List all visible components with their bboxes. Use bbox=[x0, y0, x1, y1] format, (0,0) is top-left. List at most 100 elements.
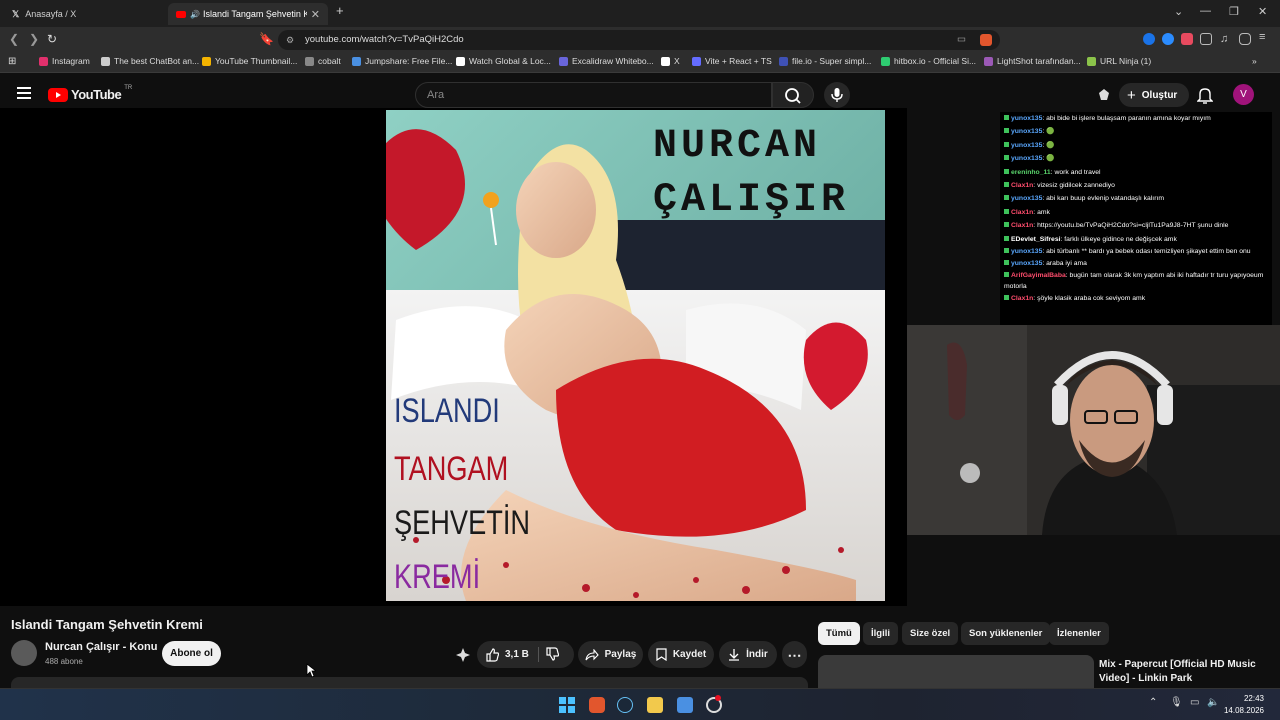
search-input[interactable]: Ara bbox=[415, 82, 772, 108]
volume-icon[interactable]: 🔈 bbox=[1207, 697, 1219, 708]
ask-ai-button[interactable] bbox=[452, 641, 474, 668]
extension-red-icon[interactable] bbox=[1181, 33, 1193, 45]
steam-icon[interactable] bbox=[617, 697, 633, 713]
like-button[interactable]: 3,1 B bbox=[485, 647, 529, 662]
file-explorer-icon[interactable] bbox=[647, 697, 663, 713]
more-actions-button[interactable]: ⋯ bbox=[782, 641, 807, 668]
download-button[interactable]: İndir bbox=[719, 641, 777, 668]
youtube-logo[interactable]: YouTube TR bbox=[48, 85, 133, 102]
voice-search-button[interactable] bbox=[824, 82, 850, 108]
back-button[interactable]: ❮ bbox=[9, 32, 19, 46]
recommended-video-title[interactable]: Mix - Papercut [Official HD Music Video]… bbox=[1099, 658, 1269, 686]
system-clock[interactable]: 22:43 14.08.2026 bbox=[1224, 693, 1264, 717]
clock-date: 14.08.2026 bbox=[1223, 706, 1264, 715]
chip-all[interactable]: Tümü bbox=[818, 622, 860, 645]
brave-shields-icon[interactable] bbox=[980, 34, 992, 46]
bookmark-label: hitbox.io - Official Si... bbox=[894, 56, 977, 66]
vpn-shield-icon[interactable] bbox=[1239, 33, 1251, 45]
new-tab-button[interactable]: + bbox=[336, 3, 344, 18]
tab-x-home[interactable]: 𝕏 Anasayfa / X bbox=[4, 3, 164, 25]
bookmark-instagram[interactable]: Instagram bbox=[39, 56, 90, 66]
chat-message: yunox135: araba iyi ama bbox=[1000, 257, 1272, 270]
bookmark-this-page-icon[interactable]: 🔖 bbox=[259, 32, 274, 46]
browser-tab-bar: 𝕏 Anasayfa / X 🔊 Islandi Tangam Şehvetin… bbox=[0, 0, 1280, 27]
bookmark-jumpshare[interactable]: Jumpshare: Free File... bbox=[352, 56, 452, 66]
cast-icon[interactable]: ▭ bbox=[957, 30, 966, 50]
menu-icon[interactable]: ≡ bbox=[1259, 31, 1271, 43]
bookmark-watch-global[interactable]: Watch Global & Loc... bbox=[456, 56, 551, 66]
x-icon bbox=[661, 56, 670, 66]
extension-blue-icon[interactable] bbox=[1162, 33, 1174, 45]
bookmark-url-ninja[interactable]: URL Ninja (1) bbox=[1087, 56, 1151, 66]
bookmark-fileio[interactable]: file.io - Super simpl... bbox=[779, 56, 871, 66]
close-window-button[interactable]: ✕ bbox=[1258, 5, 1267, 18]
chip-related[interactable]: İlgili bbox=[863, 622, 898, 645]
chat-text: : abi bide bi işlere bulaşsam paranın am… bbox=[1042, 115, 1211, 122]
media-controls-icon[interactable]: ♫ bbox=[1220, 33, 1232, 45]
create-button[interactable]: + Oluştur bbox=[1119, 83, 1189, 107]
bookmark-cobalt[interactable]: cobalt bbox=[305, 56, 341, 66]
windows-start-icon[interactable] bbox=[559, 697, 575, 713]
bookmark-chatbot[interactable]: The best ChatBot an... bbox=[101, 56, 199, 66]
chip-for-you[interactable]: Size özel bbox=[902, 622, 959, 645]
extensions-puzzle-icon[interactable] bbox=[1200, 33, 1212, 45]
thumbnail-word-1: ISLANDI bbox=[394, 392, 500, 430]
notifications-bell-icon[interactable] bbox=[1197, 86, 1213, 104]
thumbs-up-icon bbox=[486, 647, 499, 662]
bookmark-youtube-thumbnail[interactable]: YouTube Thumbnail... bbox=[202, 56, 297, 66]
bookmark-vite[interactable]: Vite + React + TS bbox=[692, 56, 772, 66]
channel-avatar[interactable] bbox=[11, 640, 37, 666]
bookmark-excalidraw[interactable]: Excalidraw Whitebo... bbox=[559, 56, 654, 66]
extension-translate-icon[interactable] bbox=[1143, 33, 1155, 45]
extension-puzzle-icon[interactable] bbox=[1096, 87, 1112, 103]
bookmark-x[interactable]: X bbox=[661, 56, 680, 66]
maximize-button[interactable]: ❐ bbox=[1229, 5, 1239, 18]
forward-button[interactable]: ❯ bbox=[29, 32, 39, 46]
chat-message: Clax1n: vizesiz gidilcek zannediyo bbox=[1000, 179, 1272, 192]
tab-youtube-video[interactable]: 🔊 Islandi Tangam Şehvetin Kremi ✕ bbox=[168, 3, 328, 25]
subscribe-button[interactable]: Abone ol bbox=[162, 641, 221, 666]
region-code: TR bbox=[124, 85, 133, 91]
microphone-tray-icon[interactable]: 🎙 bbox=[1170, 697, 1183, 708]
chat-username: yunox135 bbox=[1011, 195, 1043, 203]
site-settings-icon[interactable]: ⚙ bbox=[286, 30, 294, 50]
share-button[interactable]: Paylaş bbox=[578, 641, 643, 668]
like-count: 3,1 B bbox=[505, 649, 529, 660]
hitbox-icon bbox=[881, 56, 890, 66]
store-icon[interactable] bbox=[677, 697, 693, 713]
dislike-button[interactable] bbox=[545, 647, 559, 661]
youtube-favicon-icon bbox=[176, 10, 186, 18]
account-avatar[interactable]: V bbox=[1233, 84, 1254, 105]
close-tab-icon[interactable]: ✕ bbox=[311, 8, 320, 21]
search-button[interactable] bbox=[772, 82, 814, 108]
reload-button[interactable]: ↻ bbox=[47, 32, 57, 46]
chat-text: : 🟢 bbox=[1042, 128, 1055, 136]
thumbnail-icon bbox=[202, 56, 211, 66]
youtube-wordmark: YouTube bbox=[71, 87, 122, 102]
chat-text: : şöyle klasik araba cok seviyom amk bbox=[1033, 295, 1146, 303]
chat-badge-icon bbox=[1004, 141, 1009, 147]
thumbnail-artist-line1: NURCAN bbox=[653, 124, 822, 169]
apps-grid-icon[interactable]: ⊞ bbox=[8, 56, 16, 67]
sparkle-icon bbox=[456, 647, 470, 662]
stream-chat-overlay: yunox135: abi bide bi işlere bulaşsam pa… bbox=[1000, 112, 1272, 325]
address-bar[interactable]: ⚙ youtube.com/watch?v=TvPaQiH2Cdo ▭ bbox=[278, 30, 1000, 50]
brave-browser-icon[interactable] bbox=[589, 697, 605, 713]
chat-message: ArifGayimalBaba: bugün tam olarak 3k km … bbox=[1000, 270, 1272, 292]
bookmark-hitbox[interactable]: hitbox.io - Official Si... bbox=[881, 56, 976, 66]
chip-watched[interactable]: İzlenenler bbox=[1049, 622, 1109, 645]
minimize-button[interactable]: — bbox=[1200, 5, 1211, 17]
browser-toolbar: ❮ ❯ ↻ 🔖 ⚙ youtube.com/watch?v=TvPaQiH2Cd… bbox=[0, 27, 1280, 53]
hamburger-menu-icon[interactable] bbox=[17, 87, 31, 99]
show-hidden-icons-chevron-icon[interactable]: ⌃ bbox=[1149, 697, 1157, 708]
save-button[interactable]: Kaydet bbox=[648, 641, 714, 668]
bookmark-lightshot[interactable]: LightShot tarafından... bbox=[984, 56, 1081, 66]
tab-search-chevron-icon[interactable]: ⌄ bbox=[1174, 5, 1183, 18]
chat-badge-icon bbox=[1004, 235, 1009, 241]
channel-name[interactable]: Nurcan Çalışır - Konu bbox=[45, 641, 157, 653]
chat-username: yunox135 bbox=[1011, 115, 1043, 122]
chat-username: yunox135 bbox=[1011, 141, 1043, 149]
chip-recently-uploaded[interactable]: Son yüklenenler bbox=[961, 622, 1051, 645]
network-icon[interactable]: ▭ bbox=[1190, 697, 1199, 708]
more-bookmarks-icon[interactable]: » bbox=[1252, 56, 1257, 66]
